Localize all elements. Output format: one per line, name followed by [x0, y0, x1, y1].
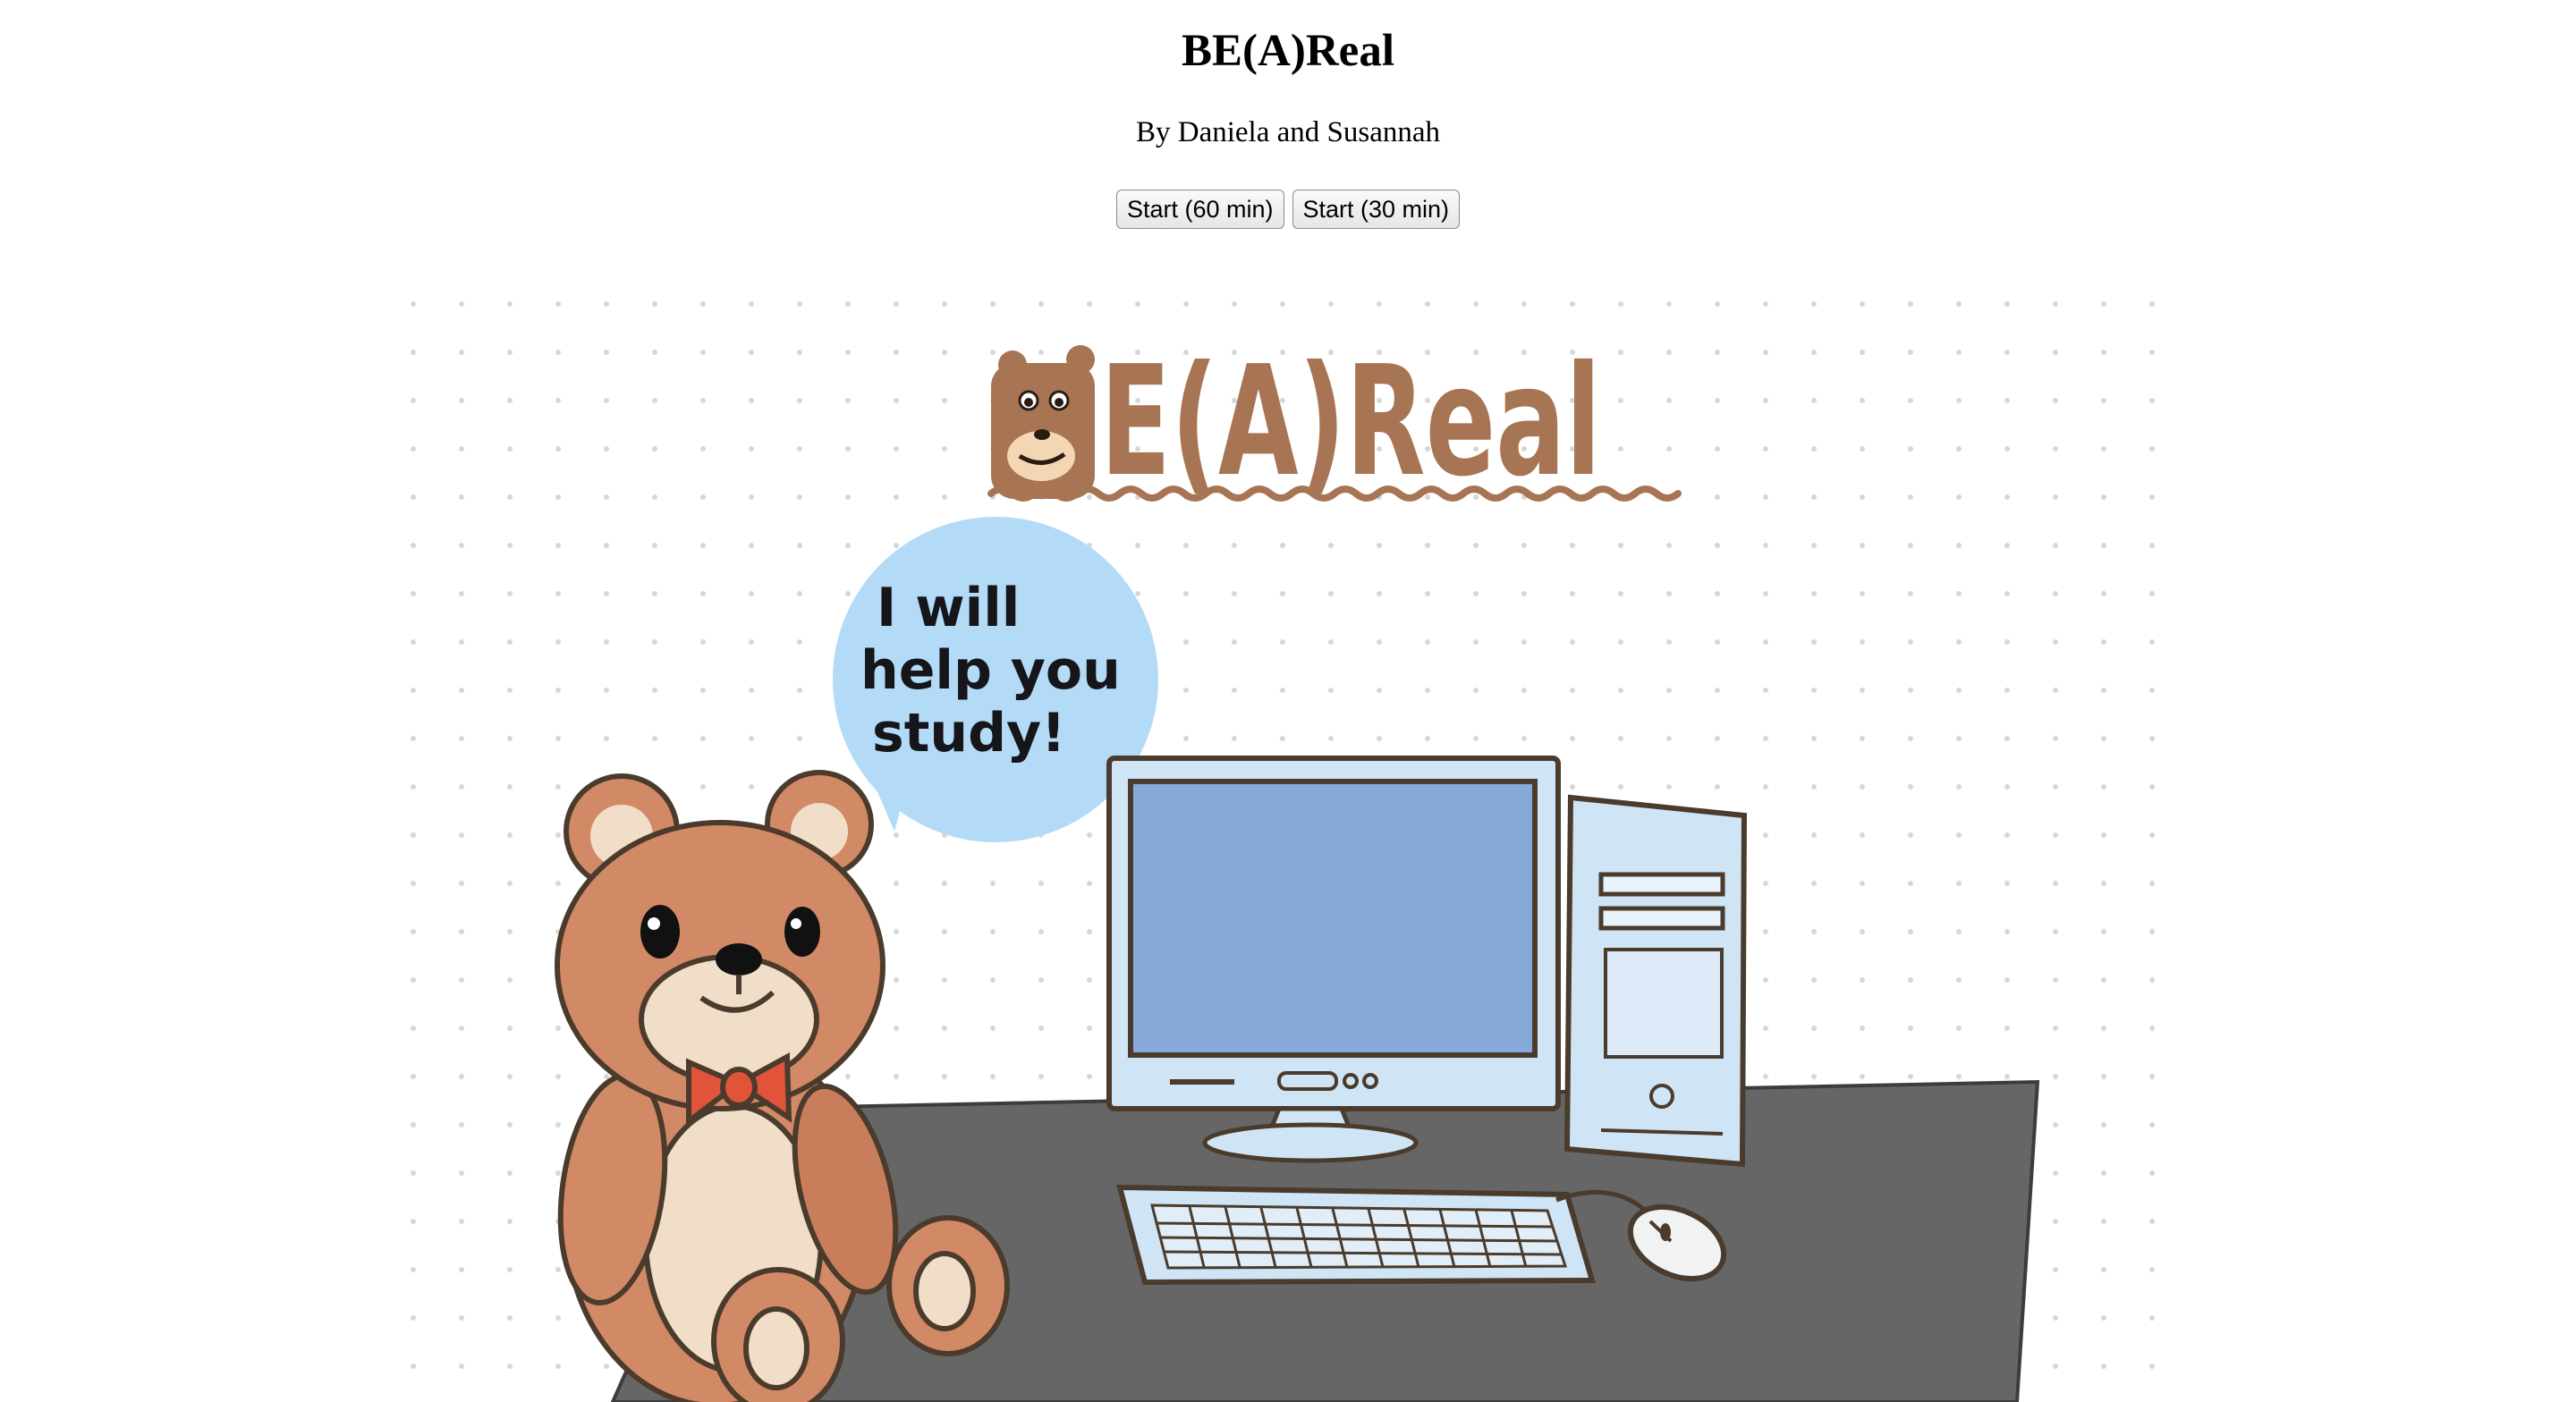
start-60-min-button[interactable]: Start (60 min) — [1115, 190, 1284, 229]
start-button-row: Start (60 min) Start (30 min) — [0, 190, 2576, 229]
keyboard — [1116, 1184, 1648, 1286]
byline: By Daniela and Susannah — [1135, 116, 1440, 148]
computer-tower — [1563, 794, 1748, 1168]
speech-line-3: study! — [872, 702, 1066, 764]
study-bear-illustration: E(A)Real I will help you study! — [394, 286, 2182, 1402]
bear-logo-icon — [991, 345, 1095, 499]
computer-monitor — [1106, 756, 1561, 1163]
page-title: BE(A)Real — [1182, 26, 1394, 76]
speech-line-2: help you — [860, 639, 1121, 702]
start-30-min-button[interactable]: Start (30 min) — [1292, 190, 1461, 229]
speech-line-1: I will — [877, 577, 1020, 639]
logo-text: E(A)Real — [1100, 334, 1601, 511]
